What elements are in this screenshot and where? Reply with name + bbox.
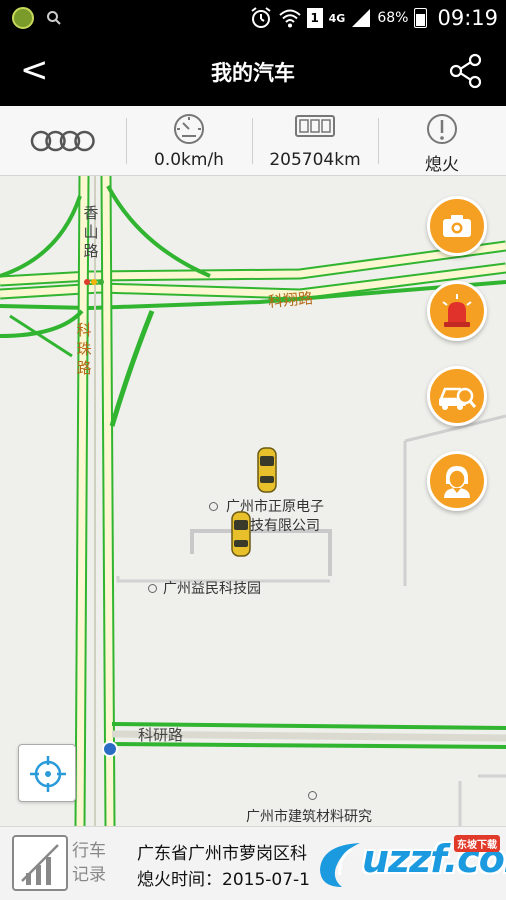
- wifi-icon: [278, 9, 301, 28]
- car-marker-icon[interactable]: [256, 446, 278, 494]
- poi-jianzhu[interactable]: 广州市建筑材料研究: [246, 806, 372, 826]
- alarm-clock-icon: [251, 7, 271, 28]
- app-notification-icon: [12, 7, 34, 29]
- mileage-value: 205704km: [269, 150, 361, 170]
- road-label-kexiang: 科翔路: [267, 289, 314, 311]
- odometer-icon: [295, 115, 335, 137]
- speed-cell: 0.0km/h: [126, 106, 252, 176]
- driving-record-button[interactable]: 行车 记录: [12, 833, 112, 895]
- battery-percent: 68%: [377, 10, 409, 26]
- battery-icon: [414, 8, 428, 28]
- poi-marker-icon: [308, 788, 317, 804]
- network-type: 4G: [328, 11, 346, 25]
- mileage-cell: 205704km: [252, 106, 378, 176]
- map-view[interactable]: 香山路 科翔路 科珠路 科研路 广州市正原电子 技有限公司 广州益民科技园 广州…: [0, 176, 506, 826]
- engine-status: 熄火: [425, 155, 459, 175]
- poi-marker-icon: [209, 502, 218, 511]
- road-label-keyan: 科研路: [138, 726, 184, 744]
- audi-rings-icon: [30, 130, 95, 152]
- vehicle-address: 广东省广州市萝岗区科: [137, 844, 307, 864]
- poi-zhengyuan[interactable]: 广州市正原电子: [209, 496, 324, 516]
- poi-yimin[interactable]: 广州益民科技园: [148, 578, 261, 598]
- record-label: 行车 记录: [72, 841, 106, 885]
- engine-off-time: 熄火时间：2015-07-1: [137, 870, 310, 890]
- brand-cell: [0, 106, 126, 176]
- page-title: 我的汽车: [211, 61, 295, 85]
- alarm-light-icon: [442, 294, 472, 327]
- poi-marker-icon: [148, 584, 157, 593]
- search-icon: [47, 11, 61, 25]
- locate-button[interactable]: [18, 744, 76, 802]
- speedometer-icon: [174, 114, 204, 144]
- watermark-tag: 东坡下载: [454, 835, 500, 852]
- camera-icon: [443, 215, 471, 237]
- assistant-button[interactable]: [427, 451, 487, 511]
- poi-zhengyuan-line2: 技有限公司: [250, 518, 320, 534]
- camera-button[interactable]: [427, 196, 487, 256]
- assistant-icon: [444, 466, 470, 498]
- share-icon[interactable]: [448, 53, 484, 89]
- find-car-button[interactable]: [427, 366, 487, 426]
- app-header: < 我的汽车: [0, 36, 506, 106]
- status-bar: 1 4G 68% 09:19: [0, 0, 506, 36]
- road-label-kezhu: 科珠路: [76, 321, 92, 377]
- sim-slot-badge: 1: [306, 8, 323, 28]
- screen: 1 4G 68% 09:19 < 我的汽车 0.0km/h 205704km 熄…: [0, 0, 506, 900]
- road-label-xiangshan: 香山路: [83, 204, 99, 260]
- alarm-button[interactable]: [427, 281, 487, 341]
- watermark-logo: uzzf.com 东坡下载: [312, 835, 506, 893]
- bus-stop-icon[interactable]: [102, 741, 118, 757]
- vehicle-info-bar: 0.0km/h 205704km 熄火: [0, 106, 506, 176]
- alert-icon: [427, 114, 457, 144]
- engine-cell: 熄火: [378, 106, 506, 176]
- car-marker-icon[interactable]: [230, 510, 252, 558]
- car-search-icon: [439, 387, 476, 410]
- crosshair-icon: [30, 756, 66, 792]
- clock: 09:19: [437, 6, 498, 30]
- chart-icon: [12, 835, 68, 891]
- bottom-bar: 行车记录 广东省广州市萝岗区科 熄火时间：2015-07-1 uzzf.com …: [0, 826, 506, 900]
- speed-value: 0.0km/h: [154, 150, 224, 170]
- signal-icon: [352, 9, 371, 27]
